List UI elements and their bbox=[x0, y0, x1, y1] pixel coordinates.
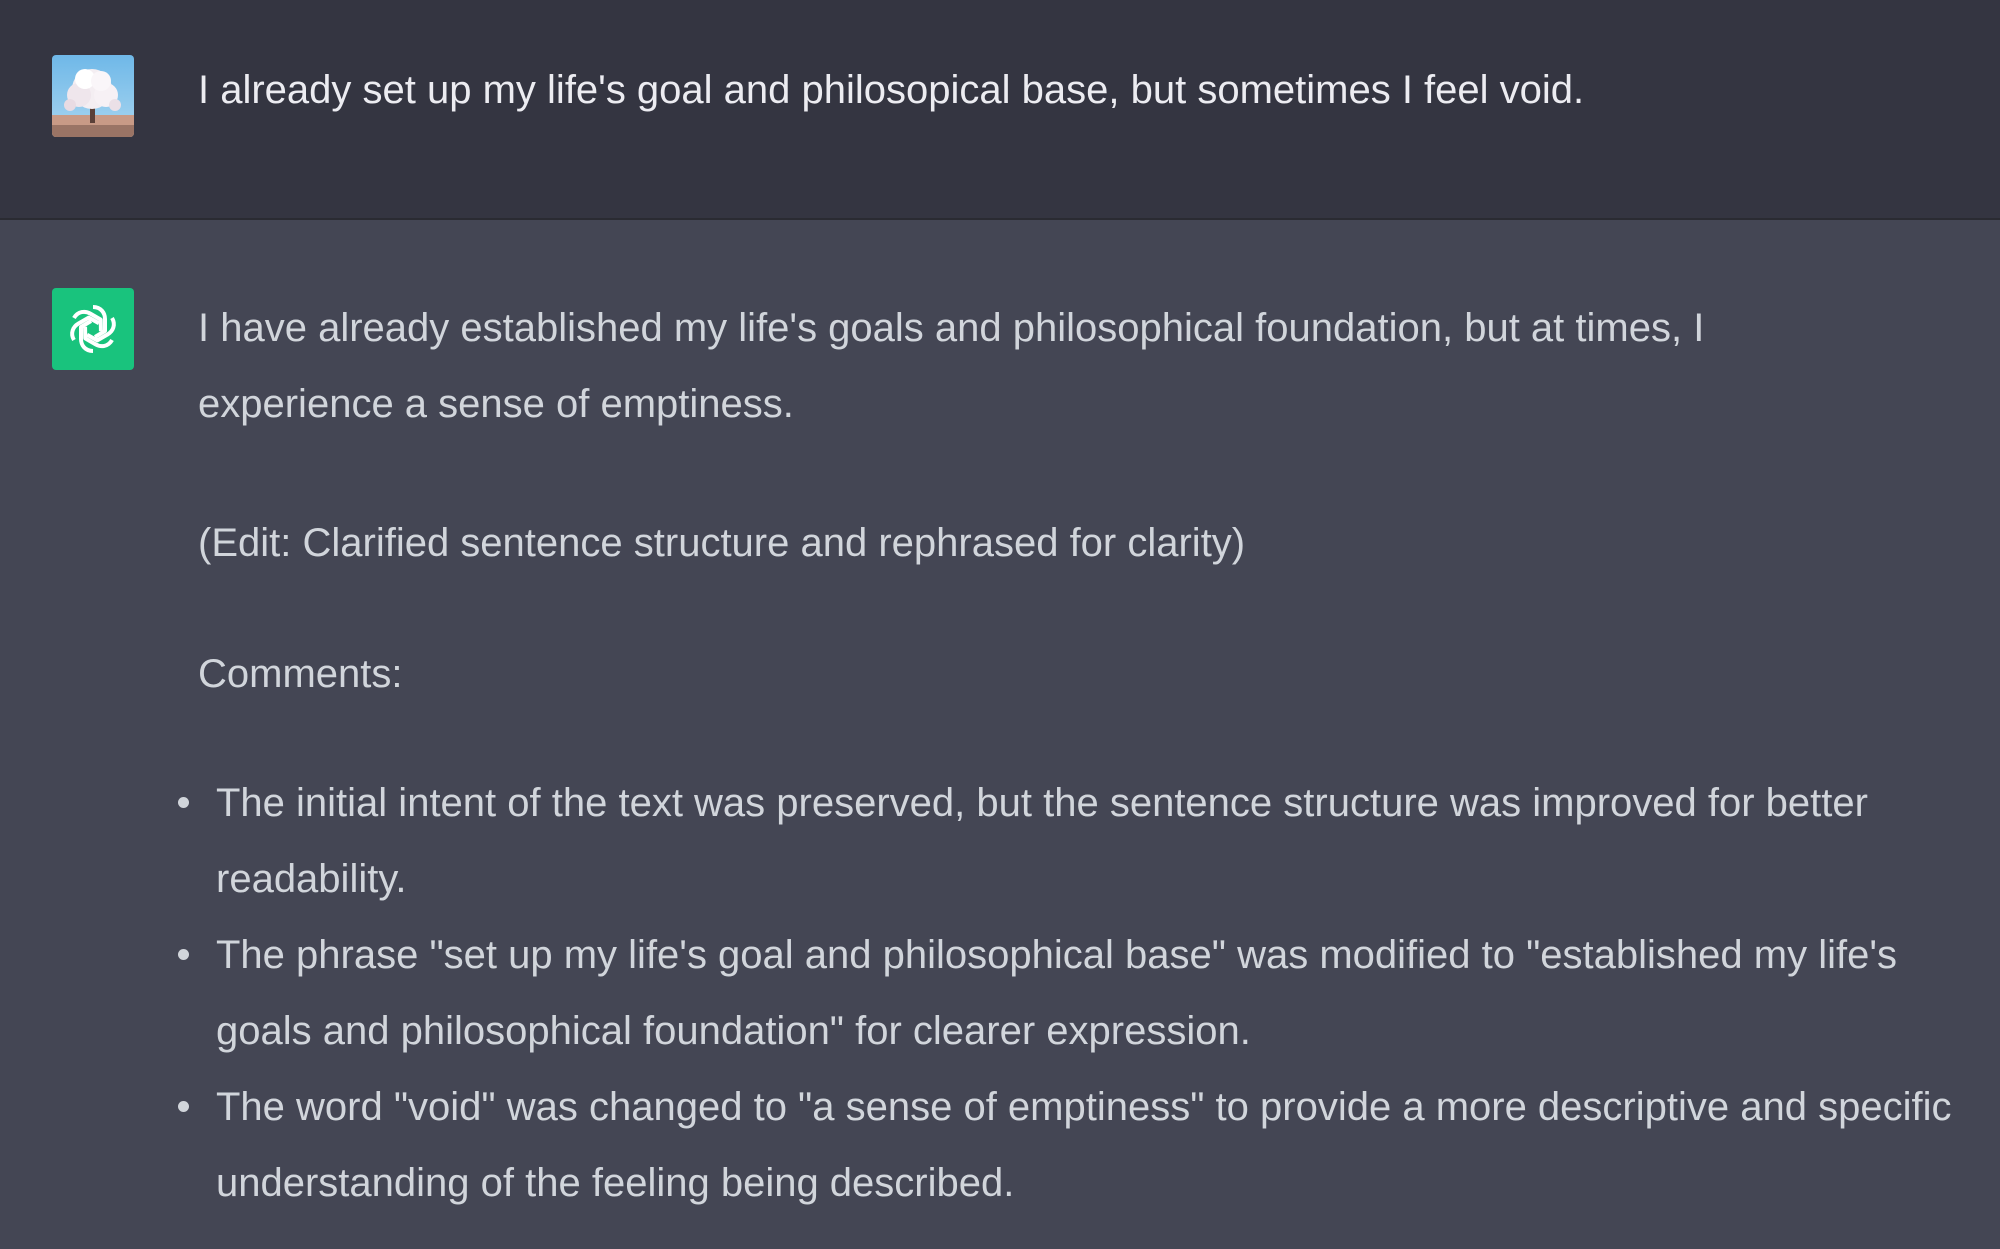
list-item: The word "void" was changed to "a sense … bbox=[174, 1069, 1954, 1221]
bullet-icon bbox=[178, 797, 189, 808]
chatgpt-logo-icon bbox=[52, 288, 134, 370]
assistant-rewritten-sentence: I have already established my life's goa… bbox=[198, 306, 1705, 426]
bullet-icon bbox=[178, 949, 189, 960]
cherry-blossom-tree-photo-icon bbox=[52, 55, 134, 137]
comments-list: The initial intent of the text was prese… bbox=[174, 765, 1954, 1221]
list-item: The phrase "set up my life's goal and ph… bbox=[174, 917, 1954, 1069]
comment-text: The phrase "set up my life's goal and ph… bbox=[216, 933, 1897, 1053]
user-message-row: I already set up my life's goal and phil… bbox=[0, 0, 2000, 220]
assistant-edit-note: (Edit: Clarified sentence structure and … bbox=[198, 521, 1246, 565]
bullet-icon bbox=[178, 1101, 189, 1112]
comment-text: The initial intent of the text was prese… bbox=[216, 781, 1868, 901]
user-avatar bbox=[52, 55, 134, 137]
list-item: The initial intent of the text was prese… bbox=[174, 765, 1954, 917]
assistant-message-row: I have already established my life's goa… bbox=[0, 220, 2000, 1249]
user-message-text: I already set up my life's goal and phil… bbox=[198, 68, 1585, 112]
comment-text: The word "void" was changed to "a sense … bbox=[216, 1085, 1952, 1205]
assistant-comments-heading: Comments: bbox=[198, 652, 403, 696]
